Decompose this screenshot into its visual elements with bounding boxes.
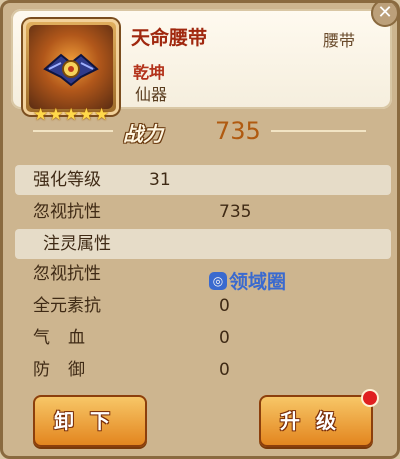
divider: [33, 130, 113, 132]
item-series: 乾坤: [133, 63, 166, 82]
watermark-text: 领域圈: [229, 271, 287, 293]
enhance-level-label: 强化等级: [33, 170, 101, 190]
upgrade-label: 升级: [280, 409, 352, 433]
belt-icon: [29, 25, 113, 109]
watermark-logo-icon: ◎: [209, 271, 227, 290]
stat-row: 忽视抗性 735: [15, 197, 391, 227]
item-icon-frame[interactable]: ★ ★ ★ ★ ★: [23, 19, 119, 124]
item-type: 腰带: [323, 31, 356, 50]
item-name: 天命腰带: [131, 27, 208, 49]
stat-label: 忽视抗性: [33, 264, 101, 284]
stat-label: 气血: [33, 328, 103, 348]
stat-label: 防御: [33, 360, 103, 380]
item-header: ★ ★ ★ ★ ★ 天命腰带 腰带 乾坤 仙器: [11, 9, 392, 124]
power-row: 战力 735: [3, 115, 397, 147]
enhance-level-row: 强化等级 31: [15, 165, 391, 195]
close-icon: ✕: [377, 2, 393, 23]
stat-label: 忽视抗性: [33, 202, 101, 222]
item-detail-panel: ★ ★ ★ ★ ★ 天命腰带 腰带 乾坤 仙器 ✕ 战力 735 强化等级 31…: [0, 0, 400, 459]
power-label: 战力: [123, 122, 163, 146]
divider: [271, 130, 366, 132]
enhance-level-value: 31: [149, 170, 171, 190]
notification-badge: [363, 391, 377, 405]
stat-value: 0: [219, 296, 230, 316]
upgrade-button[interactable]: 升级: [259, 391, 377, 447]
stat-value: 0: [219, 328, 230, 348]
stat-row: 气血 0: [15, 323, 391, 353]
item-grade: 仙器: [135, 85, 168, 104]
stat-value: 0: [219, 360, 230, 380]
stat-row: 忽视抗性: [15, 259, 391, 289]
stat-row: 防御 0: [15, 355, 391, 385]
power-value: 735: [215, 117, 261, 145]
stat-label: 全元素抗: [33, 296, 101, 316]
stat-row: 全元素抗 0: [15, 291, 391, 321]
unequip-button[interactable]: 卸下: [33, 395, 147, 447]
spirit-section-header: 注灵属性: [15, 229, 391, 259]
belt-icon-graphic: [43, 53, 99, 87]
close-button[interactable]: ✕: [371, 2, 397, 27]
section-title: 注灵属性: [43, 234, 111, 254]
stat-value: 735: [219, 202, 252, 222]
watermark: ◎ 领域圈: [209, 267, 286, 294]
